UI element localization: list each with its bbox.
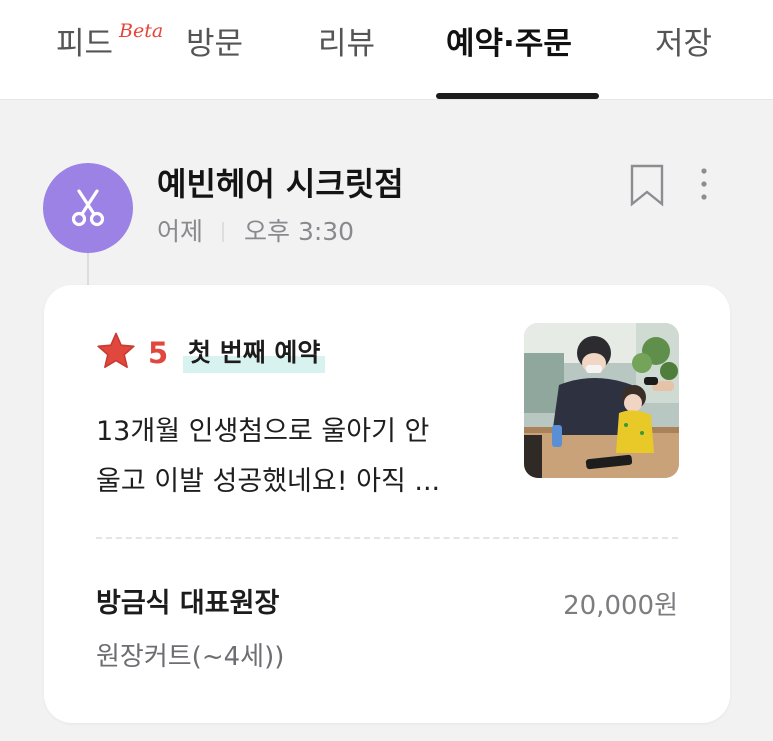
review-photo-image (524, 323, 679, 478)
review-text[interactable]: 13개월 인생첨으로 울아기 안 울고 이발 성공했네요! 아직 ... (96, 407, 496, 507)
star-icon (97, 332, 135, 368)
staff-name: 방금식 대표원장 (96, 588, 280, 619)
active-tab-indicator (436, 93, 599, 99)
bookmark-button[interactable] (627, 163, 667, 207)
tab-visit[interactable]: 방문 (186, 22, 243, 66)
rating-value: 5 (148, 336, 169, 370)
post-date: 어제 (157, 217, 204, 246)
shop-avatar[interactable] (43, 163, 133, 253)
tab-review[interactable]: 리뷰 (318, 22, 375, 66)
more-vertical-icon (701, 168, 707, 200)
review-text-line: 울고 이발 성공했네요! 아직 ... (96, 466, 441, 497)
first-reservation-badge: 첫 번째 예약 (183, 335, 326, 373)
shop-name[interactable]: 예빈헤어 시크릿점 (157, 162, 404, 206)
tab-reservation-order[interactable]: 예약·주문 (446, 22, 572, 66)
service-price: 20,000원 (563, 591, 678, 621)
card-divider (96, 537, 678, 539)
review-text-line: 13개월 인생첨으로 울아기 안 (96, 416, 430, 447)
beta-badge: Beta (119, 20, 164, 42)
tab-feed[interactable]: 피드 (56, 22, 113, 66)
scissors-icon (71, 189, 105, 227)
post-time: 오후 3:30 (244, 217, 355, 246)
tab-saved[interactable]: 저장 (655, 22, 712, 66)
timeline-connector (87, 250, 89, 286)
bookmark-icon (630, 164, 664, 207)
review-photo[interactable] (524, 323, 679, 478)
more-options-button[interactable] (690, 165, 718, 205)
service-name: 원장커트(~4세)) (96, 642, 285, 672)
date-time-divider (222, 222, 224, 242)
tab-bar: 피드 Beta 방문 리뷰 예약·주문 저장 (0, 0, 773, 100)
